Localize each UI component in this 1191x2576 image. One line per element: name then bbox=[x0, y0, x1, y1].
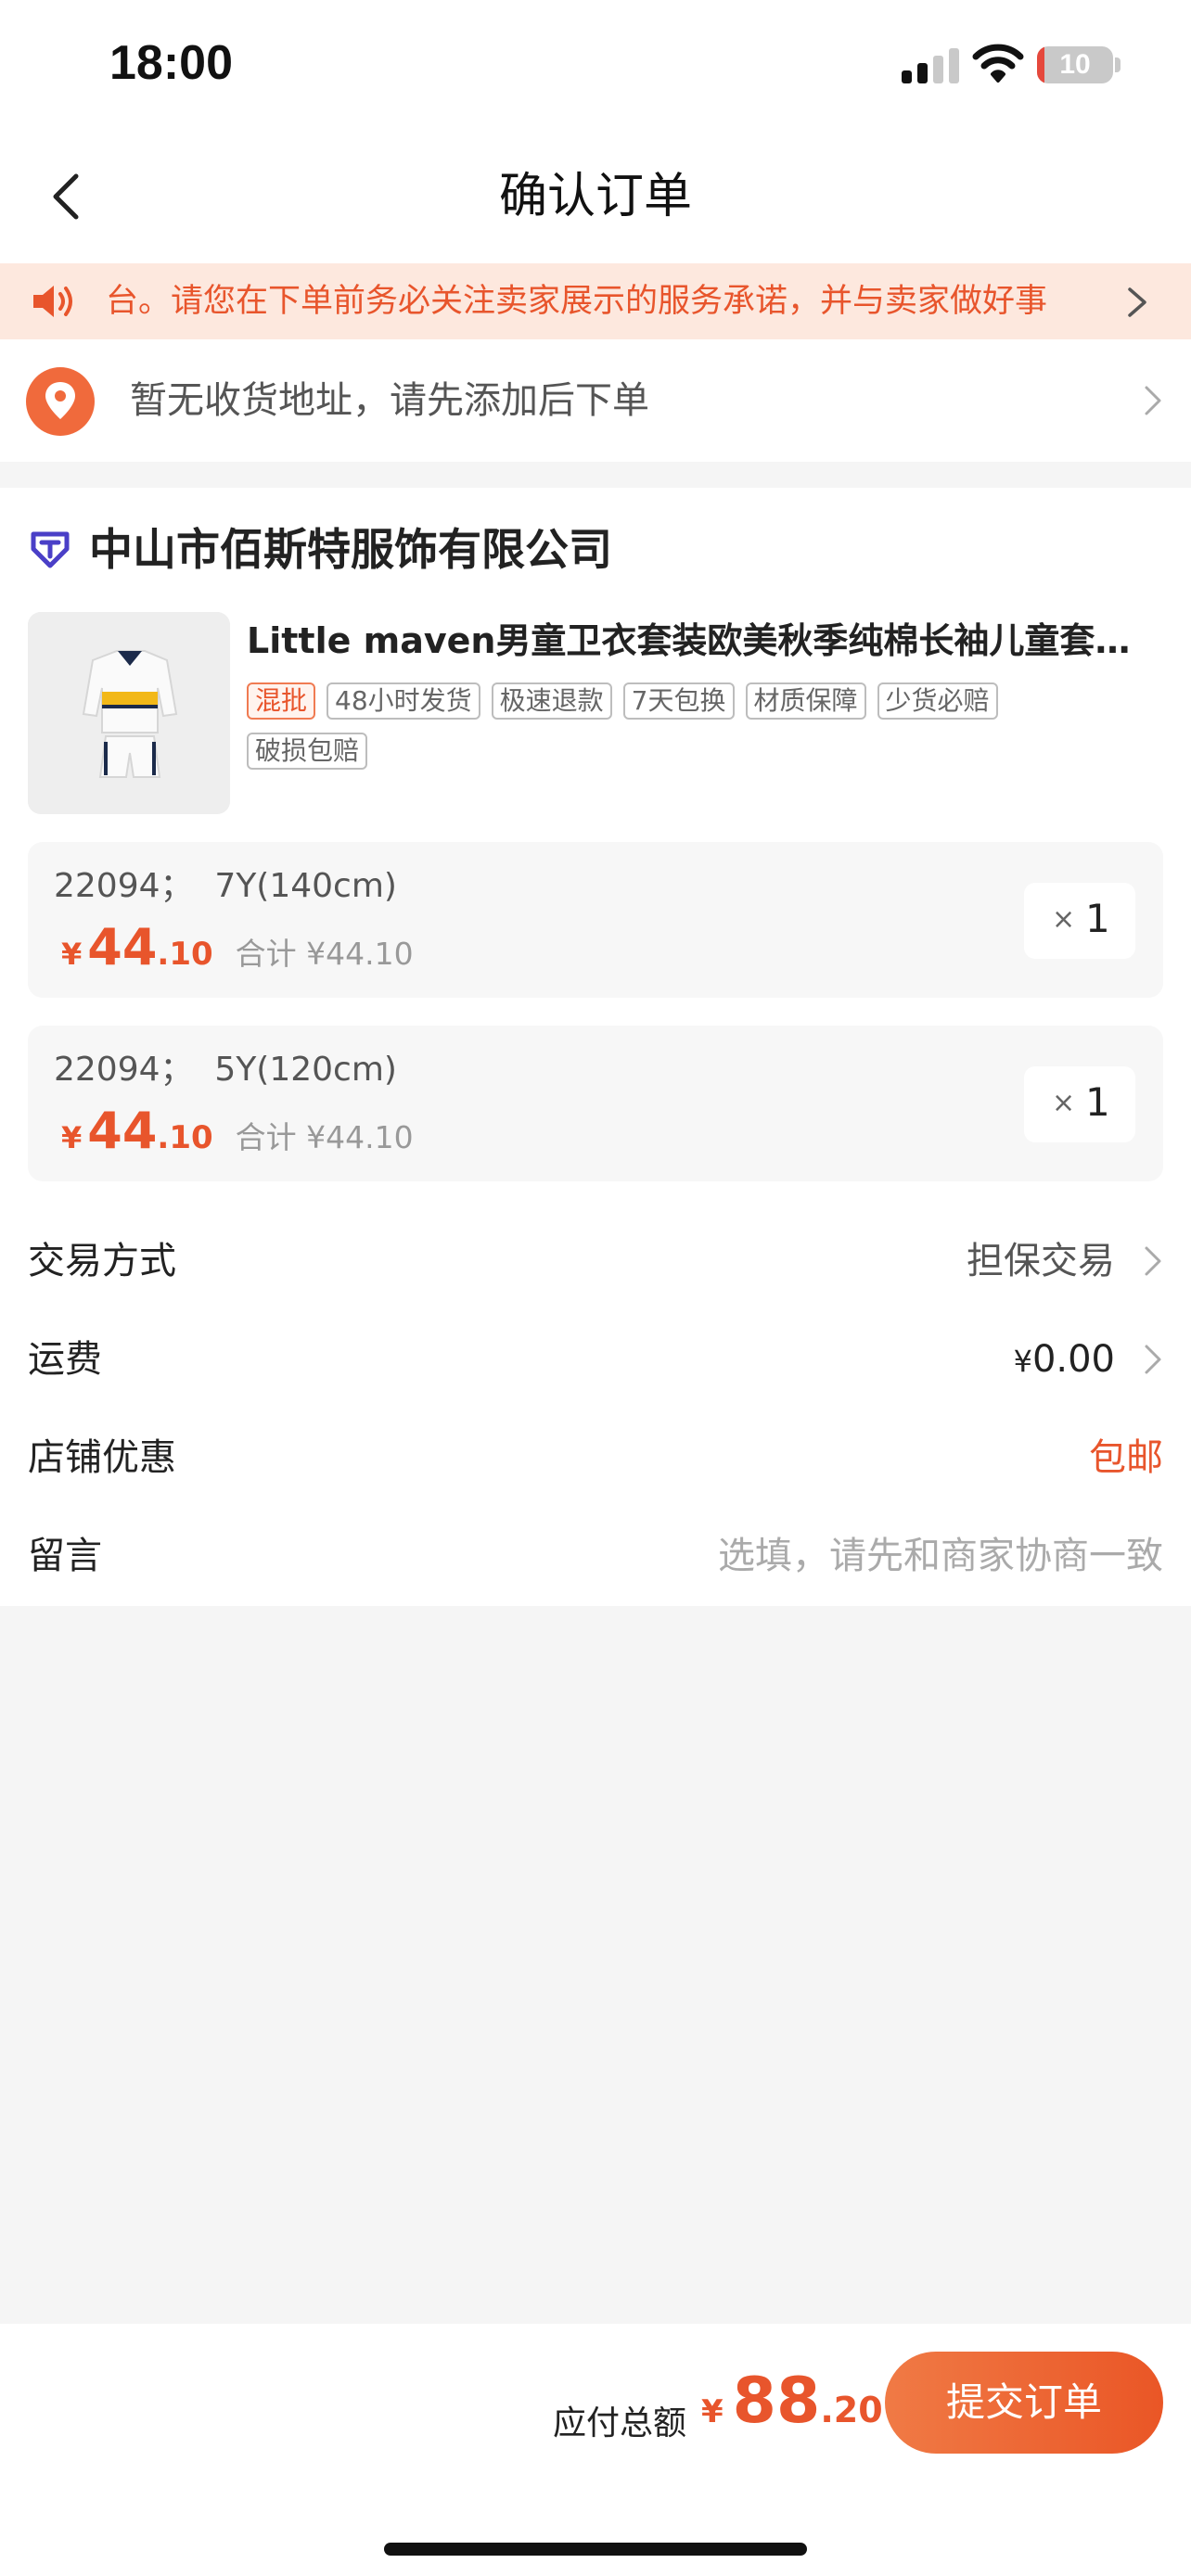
chevron-right-icon bbox=[1145, 386, 1161, 415]
quantity-stepper[interactable]: × 1 bbox=[1024, 883, 1135, 959]
multiply-sign: × bbox=[1052, 903, 1076, 936]
shop-name: 中山市佰斯特服饰有限公司 bbox=[89, 525, 612, 576]
shop-discount-row[interactable]: 店铺优惠 包邮 bbox=[0, 1409, 1191, 1506]
tag-fast-refund: 极速退款 bbox=[491, 682, 612, 720]
shipping-currency: ¥ bbox=[1013, 1344, 1032, 1379]
chevron-right-icon bbox=[1128, 287, 1146, 317]
battery-tip bbox=[1115, 57, 1121, 72]
quantity-value: 1 bbox=[1085, 1079, 1110, 1125]
location-pin-icon bbox=[26, 367, 95, 436]
chevron-right-icon bbox=[1145, 1246, 1161, 1276]
price-integer: 44 bbox=[87, 918, 158, 976]
cellular-signal-icon bbox=[902, 48, 959, 83]
shipping-fee-value: ¥0.00 bbox=[1014, 1311, 1115, 1408]
submit-order-button[interactable]: 提交订单 bbox=[885, 2352, 1163, 2454]
sku-subtotal: 合计 ¥44.10 bbox=[235, 1119, 414, 1155]
price-currency: ¥ bbox=[61, 1120, 83, 1155]
trade-method-label: 交易方式 bbox=[28, 1240, 176, 1282]
product-title[interactable]: Little maven男童卫衣套装欧美秋季纯棉长袖儿童套装... bbox=[247, 612, 1146, 663]
shipping-fee-label: 运费 bbox=[28, 1338, 102, 1381]
total-currency: ¥ bbox=[701, 2393, 724, 2430]
tag-damage-compensation: 破损包赔 bbox=[247, 733, 368, 770]
page-title: 确认订单 bbox=[498, 169, 692, 224]
chevron-right-icon bbox=[1145, 1345, 1161, 1374]
sku-spec: 22094； 7Y(140cm) bbox=[54, 867, 397, 905]
shop-badge-icon bbox=[31, 531, 70, 568]
price-decimal: .10 bbox=[157, 936, 213, 973]
product-image[interactable] bbox=[28, 612, 230, 814]
speaker-icon bbox=[33, 286, 72, 317]
sku-item: 22094； 5Y(120cm) ¥ 44 .10 合计 ¥44.10 × 1 bbox=[28, 1026, 1163, 1181]
order-confirm-page: 18:00 10 确认订单 台。请您在下单前务必关注卖家展示的服务承诺，并与卖家… bbox=[0, 0, 1191, 2576]
sku-spec: 22094； 5Y(120cm) bbox=[54, 1051, 397, 1089]
message-label: 留言 bbox=[28, 1535, 102, 1577]
price-integer: 44 bbox=[87, 1102, 158, 1160]
trade-method-value: 担保交易 bbox=[967, 1240, 1115, 1282]
service-tags: 混批 48小时发货 极速退款 7天包换 材质保障 少货必赔 破损包赔 bbox=[247, 682, 1082, 770]
tag-shortage-compensation: 少货必赔 bbox=[877, 682, 998, 720]
shop-discount-value: 包邮 bbox=[1089, 1436, 1163, 1479]
quantity-stepper[interactable]: × 1 bbox=[1024, 1066, 1135, 1142]
battery-icon: 10 bbox=[1037, 46, 1113, 83]
price-currency: ¥ bbox=[61, 937, 83, 972]
address-placeholder: 暂无收货地址，请先添加后下单 bbox=[130, 379, 649, 422]
total-decimal: .20 bbox=[820, 2390, 883, 2430]
sku-item: 22094； 7Y(140cm) ¥ 44 .10 合计 ¥44.10 × 1 bbox=[28, 842, 1163, 998]
total-label: 应付总额 bbox=[553, 2404, 687, 2442]
notice-banner[interactable]: 台。请您在下单前务必关注卖家展示的服务承诺，并与卖家做好事 bbox=[0, 263, 1191, 339]
sku-price: ¥ 44 .10 合计 ¥44.10 bbox=[61, 1102, 414, 1161]
status-bar: 18:00 10 bbox=[0, 0, 1191, 130]
total-integer: 88 bbox=[732, 2365, 821, 2438]
tag-7day-exchange: 7天包换 bbox=[622, 682, 735, 720]
shipping-fee-row[interactable]: 运费 ¥0.00 bbox=[0, 1311, 1191, 1408]
sku-subtotal: 合计 ¥44.10 bbox=[235, 936, 414, 972]
add-address-row[interactable]: 暂无收货地址，请先添加后下单 bbox=[0, 339, 1191, 462]
shop-discount-label: 店铺优惠 bbox=[28, 1436, 176, 1479]
checkout-bar: 应付总额 ¥ 88 .20 提交订单 bbox=[0, 2324, 1191, 2576]
tag-material-guarantee: 材质保障 bbox=[745, 682, 866, 720]
multiply-sign: × bbox=[1052, 1087, 1076, 1119]
home-indicator bbox=[384, 2543, 807, 2556]
status-time: 18:00 bbox=[109, 36, 233, 90]
sku-price: ¥ 44 .10 合计 ¥44.10 bbox=[61, 918, 414, 977]
shop-order-card: 中山市佰斯特服饰有限公司 Little maven男童卫衣套装欧美秋季纯棉长袖儿… bbox=[0, 488, 1191, 1606]
wifi-icon bbox=[972, 44, 1024, 83]
total-amount: ¥ 88 .20 bbox=[701, 2365, 883, 2448]
nav-bar: 确认订单 bbox=[0, 130, 1191, 263]
price-decimal: .10 bbox=[157, 1119, 213, 1156]
tag-48h-shipping: 48小时发货 bbox=[327, 682, 480, 720]
battery-percent: 10 bbox=[1059, 49, 1091, 80]
message-row[interactable]: 留言 选填，请先和商家协商一致 bbox=[0, 1508, 1191, 1604]
trade-method-row[interactable]: 交易方式 担保交易 bbox=[0, 1213, 1191, 1309]
message-input[interactable]: 选填，请先和商家协商一致 bbox=[718, 1508, 1163, 1604]
quantity-value: 1 bbox=[1085, 896, 1110, 941]
notice-text: 台。请您在下单前务必关注卖家展示的服务承诺，并与卖家做好事 bbox=[106, 283, 1048, 320]
tag-mixed-wholesale: 混批 bbox=[247, 682, 316, 720]
shipping-amount: 0.00 bbox=[1031, 1338, 1115, 1381]
back-button-chevron-left-icon[interactable] bbox=[37, 163, 102, 230]
